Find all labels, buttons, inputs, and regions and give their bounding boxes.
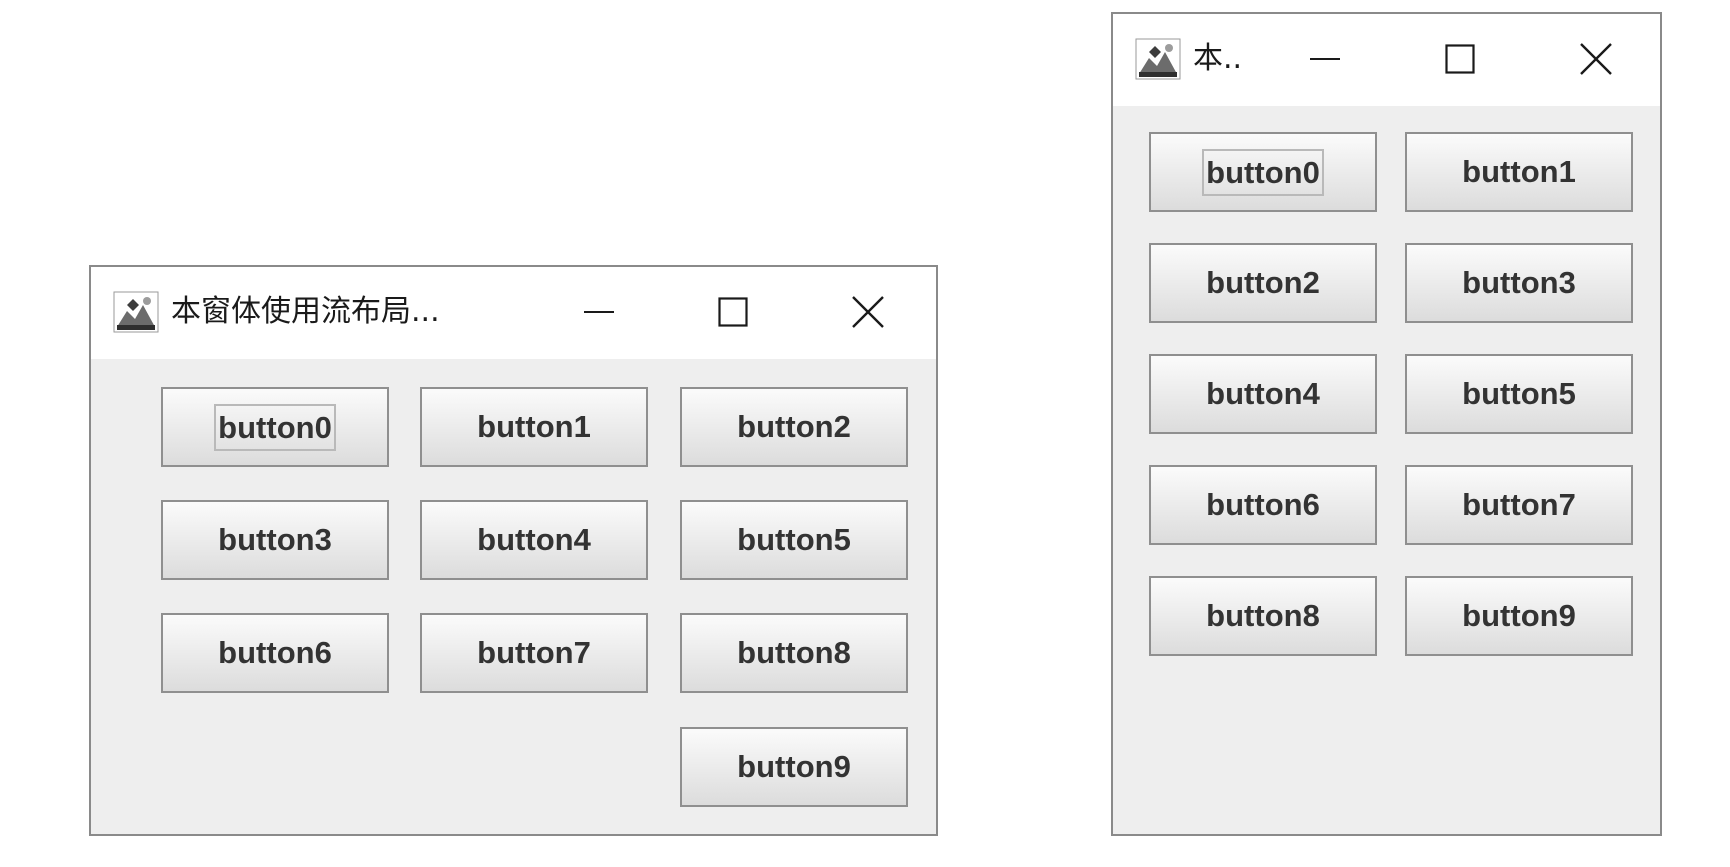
button1-label: button1	[1462, 154, 1576, 189]
window-title: 本..	[1193, 41, 1243, 76]
button8-label: button8	[737, 635, 851, 670]
window-narrow: 本.. button0 button1 button2 button3 butt…	[1111, 12, 1662, 836]
button8[interactable]: button8	[1149, 576, 1377, 656]
button8-label: button8	[1206, 598, 1320, 633]
button7-label: button7	[1462, 487, 1576, 522]
button9-label: button9	[737, 749, 851, 784]
button1-label: button1	[477, 409, 591, 444]
button0[interactable]: button0	[161, 387, 389, 467]
close-icon[interactable]	[1571, 36, 1621, 82]
button3[interactable]: button3	[1405, 243, 1633, 323]
window-title: 本窗体使用流布局...	[171, 294, 440, 329]
button2[interactable]: button2	[1149, 243, 1377, 323]
button3-label: button3	[218, 522, 332, 557]
button2-label: button2	[1206, 265, 1320, 300]
button4-label: button4	[1206, 376, 1320, 411]
button4[interactable]: button4	[420, 500, 648, 580]
title-bar[interactable]: 本窗体使用流布局...	[91, 267, 936, 359]
button6-label: button6	[1206, 487, 1320, 522]
minimize-icon[interactable]	[1300, 36, 1350, 82]
button2-label: button2	[737, 409, 851, 444]
button5-label: button5	[737, 522, 851, 557]
button6[interactable]: button6	[1149, 465, 1377, 545]
button5[interactable]: button5	[680, 500, 908, 580]
close-icon[interactable]	[843, 289, 893, 335]
java-app-icon	[1135, 38, 1181, 80]
button0-label: button0	[1202, 148, 1324, 196]
button3-label: button3	[1462, 265, 1576, 300]
button2[interactable]: button2	[680, 387, 908, 467]
button8[interactable]: button8	[680, 613, 908, 693]
window-wide: 本窗体使用流布局... button0 button1 button2 butt…	[89, 265, 938, 836]
button5[interactable]: button5	[1405, 354, 1633, 434]
button4-label: button4	[477, 522, 591, 557]
maximize-icon[interactable]	[1435, 36, 1485, 82]
button1[interactable]: button1	[420, 387, 648, 467]
button9[interactable]: button9	[1405, 576, 1633, 656]
button1[interactable]: button1	[1405, 132, 1633, 212]
button6-label: button6	[218, 635, 332, 670]
button7[interactable]: button7	[420, 613, 648, 693]
button0[interactable]: button0	[1149, 132, 1377, 212]
button9[interactable]: button9	[680, 727, 908, 807]
button9-label: button9	[1462, 598, 1576, 633]
button7-label: button7	[477, 635, 591, 670]
maximize-icon[interactable]	[708, 289, 758, 335]
java-app-icon	[113, 291, 159, 333]
button5-label: button5	[1462, 376, 1576, 411]
button3[interactable]: button3	[161, 500, 389, 580]
button7[interactable]: button7	[1405, 465, 1633, 545]
minimize-icon[interactable]	[574, 289, 624, 335]
button6[interactable]: button6	[161, 613, 389, 693]
title-bar[interactable]: 本..	[1113, 14, 1660, 106]
button4[interactable]: button4	[1149, 354, 1377, 434]
button0-label: button0	[214, 403, 336, 451]
